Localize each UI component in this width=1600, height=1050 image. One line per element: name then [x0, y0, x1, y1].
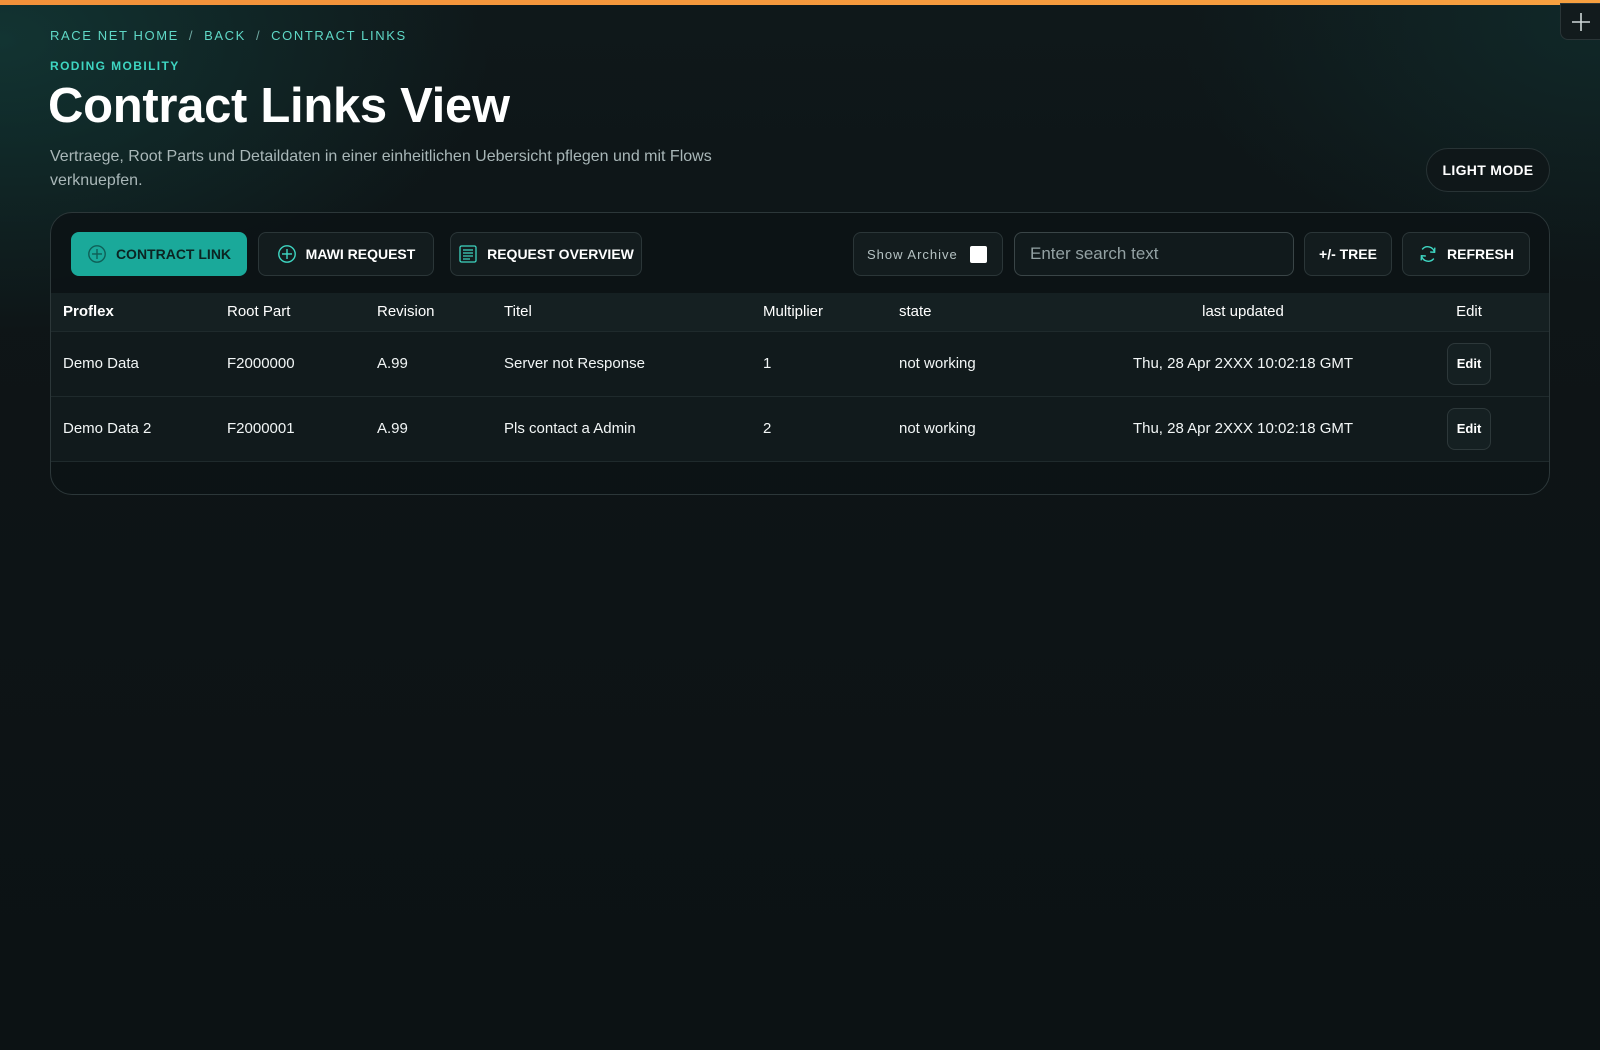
show-archive-checkbox[interactable]: [969, 245, 987, 263]
cell-revision: A.99: [377, 420, 408, 437]
cell-last-updated: Thu, 28 Apr 2XXX 10:02:18 GMT: [1132, 355, 1354, 372]
mawi-request-button[interactable]: Mawi Request: [258, 232, 434, 276]
cell-root-part: F2000000: [227, 355, 295, 372]
column-header-edit: Edit: [1456, 303, 1482, 321]
edit-button[interactable]: Edit: [1447, 342, 1491, 385]
cell-revision: A.99: [377, 355, 408, 372]
plus-icon: [1571, 12, 1591, 32]
breadcrumb-current[interactable]: Contract Links: [271, 28, 407, 43]
breadcrumb-home-link[interactable]: Race Net Home: [50, 28, 179, 43]
top-accent-bar: [0, 0, 1600, 5]
page-title: Contract Links View: [48, 79, 510, 133]
light-mode-toggle[interactable]: LIGHT MODE: [1426, 148, 1550, 192]
cell-edit: Edit: [1387, 396, 1549, 461]
cell-multiplier: 1: [763, 355, 772, 372]
contract-links-panel: Contract Link Mawi Request: [50, 212, 1550, 495]
cell-root-part: F2000001: [227, 420, 295, 437]
company-eyebrow: RODING MOBILITY: [50, 59, 180, 73]
show-archive-label: Show Archive: [867, 246, 958, 262]
breadcrumb: Race Net Home / Back / Contract Links: [50, 28, 407, 43]
breadcrumb-separator: /: [188, 28, 195, 43]
cell-edit: Edit: [1387, 331, 1549, 396]
cell-proflex: Demo Data 2: [63, 420, 152, 437]
plus-circle-icon: [277, 244, 297, 264]
show-archive-toggle[interactable]: Show Archive: [853, 232, 1003, 276]
breadcrumb-separator: /: [255, 28, 262, 43]
cell-titel: Pls contact a Admin: [504, 420, 636, 437]
toggle-tree-label: +/- Tree: [1319, 246, 1377, 262]
breadcrumb-back-link[interactable]: Back: [204, 28, 246, 43]
table-header-row: Proflex Root Part Revision Titel Multipl…: [51, 293, 1549, 331]
page-subtitle: Vertraege, Root Parts und Detaildaten in…: [50, 148, 712, 189]
add-contract-link-button[interactable]: Contract Link: [71, 232, 247, 276]
contract-link-label: Contract Link: [115, 246, 232, 262]
list-document-icon: [458, 244, 478, 264]
column-header-revision[interactable]: Revision: [377, 293, 504, 331]
column-header-last-updated[interactable]: last updated: [1099, 293, 1387, 331]
contract-links-table: Proflex Root Part Revision Titel Multipl…: [51, 293, 1549, 462]
cell-state: not working: [899, 420, 976, 437]
cell-proflex: Demo Data: [63, 355, 139, 372]
edit-button[interactable]: Edit: [1447, 407, 1491, 450]
search-input[interactable]: [1014, 232, 1294, 276]
cell-last-updated: Thu, 28 Apr 2XXX 10:02:18 GMT: [1132, 420, 1354, 437]
refresh-label: Refresh: [1447, 246, 1514, 262]
refresh-button[interactable]: Refresh: [1402, 232, 1530, 276]
column-header-state[interactable]: state: [899, 293, 1099, 331]
add-widget-button[interactable]: [1560, 3, 1600, 40]
column-header-root-part[interactable]: Root Part: [227, 293, 377, 331]
mawi-request-label: Mawi Request: [305, 246, 416, 262]
cell-state: not working: [899, 355, 976, 372]
table-row[interactable]: Demo Data F2000000 A.99 Server not Respo…: [51, 331, 1549, 396]
column-header-proflex[interactable]: Proflex: [51, 293, 227, 331]
table-row[interactable]: Demo Data 2 F2000001 A.99 Pls contact a …: [51, 396, 1549, 461]
cell-multiplier: 2: [763, 420, 772, 437]
column-header-titel[interactable]: Titel: [504, 293, 763, 331]
column-header-multiplier[interactable]: Multiplier: [763, 293, 899, 331]
toolbar: Contract Link Mawi Request: [51, 213, 1549, 293]
plus-circle-icon: [87, 244, 107, 264]
refresh-icon: [1418, 244, 1438, 264]
request-overview-button[interactable]: Request Overview: [450, 232, 642, 276]
cell-titel: Server not Response: [504, 355, 645, 372]
toggle-tree-button[interactable]: +/- Tree: [1304, 232, 1392, 276]
request-overview-label: Request Overview: [487, 246, 634, 262]
